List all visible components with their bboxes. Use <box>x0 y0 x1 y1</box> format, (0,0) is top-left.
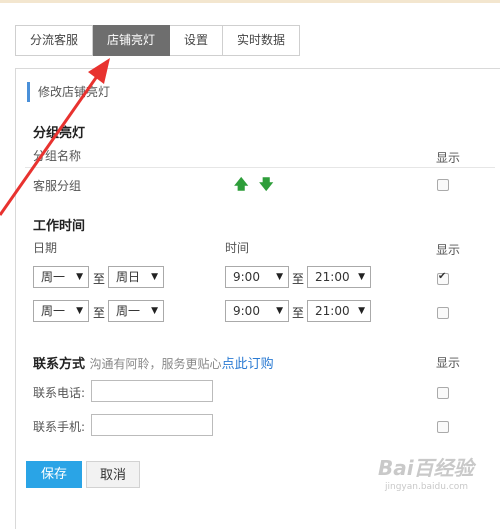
from-time-value: 9:00 <box>233 304 260 318</box>
date-column: 日期 <box>33 241 58 255</box>
from-day-select[interactable]: 周一 ▼ <box>33 266 89 288</box>
to-day-value: 周一 <box>116 304 141 318</box>
chevron-down-icon: ▼ <box>76 272 83 282</box>
chevron-down-icon: ▼ <box>358 272 365 282</box>
group-show-column: 显示 <box>436 151 461 165</box>
mobile-show-checkbox[interactable] <box>437 421 449 433</box>
move-down-icon[interactable]: 🡇 <box>259 174 273 198</box>
phone-input[interactable] <box>91 380 213 402</box>
worktime-show-column: 显示 <box>436 243 461 257</box>
tab-bar: 分流客服 店铺亮灯 设置 实时数据 <box>15 25 301 56</box>
to-time-value: 21:00 <box>315 304 350 318</box>
range-separator: 至 <box>93 272 106 286</box>
from-time-select[interactable]: 9:00 ▼ <box>225 300 289 322</box>
from-day-value: 周一 <box>41 304 66 318</box>
group-name-column: 分组名称 <box>33 149 82 163</box>
top-border <box>0 0 500 3</box>
save-button[interactable]: 保存 <box>26 461 82 488</box>
contact-show-column: 显示 <box>436 356 461 370</box>
to-time-value: 21:00 <box>315 270 350 284</box>
chevron-down-icon: ▼ <box>276 272 283 282</box>
to-day-select[interactable]: 周日 ▼ <box>108 266 164 288</box>
from-time-value: 9:00 <box>233 270 260 284</box>
tab-traffic-service[interactable]: 分流客服 <box>15 25 94 56</box>
phone-label: 联系电话: <box>33 386 86 400</box>
range-separator: 至 <box>292 306 305 320</box>
watermark-url: jingyan.baidu.com <box>385 482 469 492</box>
contact-hint: 沟通有阿聆，服务更贴心 <box>89 357 222 371</box>
range-separator: 至 <box>292 272 305 286</box>
to-day-value: 周日 <box>116 270 141 284</box>
to-time-select[interactable]: 21:00 ▼ <box>307 300 371 322</box>
divider <box>25 167 495 168</box>
group-show-checkbox[interactable] <box>437 179 449 191</box>
time-column: 时间 <box>225 241 250 255</box>
watermark-logo: Bai百经验 <box>378 456 474 480</box>
chevron-down-icon: ▼ <box>151 272 158 282</box>
mobile-label: 联系手机: <box>33 420 86 434</box>
chevron-down-icon: ▼ <box>151 306 158 316</box>
worktime-heading: 工作时间 <box>33 219 86 234</box>
move-up-icon[interactable]: 🡅 <box>234 174 248 198</box>
chevron-down-icon: ▼ <box>76 306 83 316</box>
tab-settings[interactable]: 设置 <box>170 25 224 56</box>
to-day-select[interactable]: 周一 ▼ <box>108 300 164 322</box>
phone-show-checkbox[interactable] <box>437 387 449 399</box>
contact-heading-text: 联系方式 <box>33 357 86 372</box>
section-title: 修改店铺亮灯 <box>27 82 110 102</box>
to-time-select[interactable]: 21:00 ▼ <box>307 266 371 288</box>
mobile-input[interactable] <box>91 414 213 436</box>
from-time-select[interactable]: 9:00 ▼ <box>225 266 289 288</box>
from-day-select[interactable]: 周一 ▼ <box>33 300 89 322</box>
chevron-down-icon: ▼ <box>276 306 283 316</box>
subscribe-link[interactable]: 点此订购 <box>222 357 274 372</box>
cancel-button[interactable]: 取消 <box>86 461 140 488</box>
tab-realtime-data[interactable]: 实时数据 <box>223 25 301 56</box>
tab-shop-light[interactable]: 店铺亮灯 <box>93 25 171 56</box>
range-separator: 至 <box>93 306 106 320</box>
worktime-row2-show-checkbox[interactable] <box>437 307 449 319</box>
contact-heading: 联系方式 沟通有阿聆，服务更贴心点此订购 <box>33 353 274 372</box>
from-day-value: 周一 <box>41 270 66 284</box>
group-row-name: 客服分组 <box>33 179 82 193</box>
chevron-down-icon: ▼ <box>358 306 365 316</box>
group-heading: 分组亮灯 <box>33 126 86 141</box>
worktime-row1-show-checkbox[interactable] <box>437 271 449 285</box>
